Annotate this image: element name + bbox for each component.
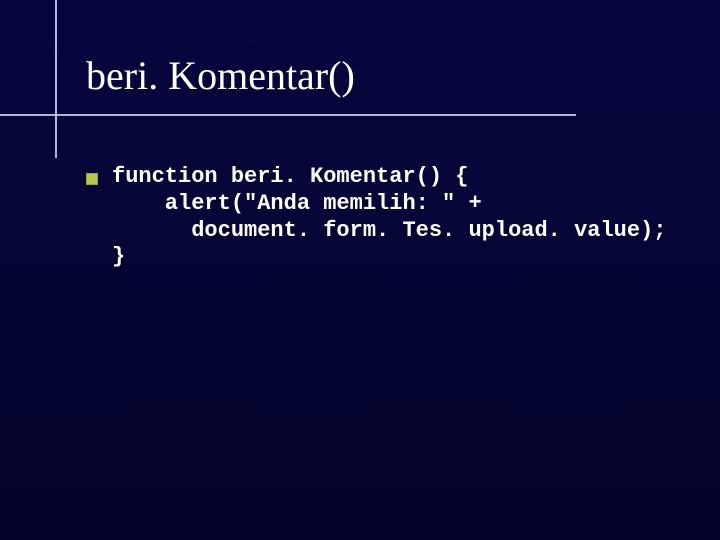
title-vertical-rule	[55, 0, 57, 158]
bullet-icon	[86, 173, 98, 185]
code-line-2: alert("Anda memilih: " +	[112, 191, 482, 216]
code-block: function beri. Komentar() { alert("Anda …	[112, 164, 667, 271]
title-underline	[0, 114, 576, 116]
code-line-1: function beri. Komentar() {	[112, 164, 468, 189]
code-line-3: document. form. Tes. upload. value);	[112, 218, 667, 243]
title-wrap: beri. Komentar()	[86, 54, 355, 98]
slide: beri. Komentar() function beri. Komentar…	[0, 0, 720, 540]
code-line-4: }	[112, 244, 125, 269]
slide-title: beri. Komentar()	[86, 54, 355, 98]
